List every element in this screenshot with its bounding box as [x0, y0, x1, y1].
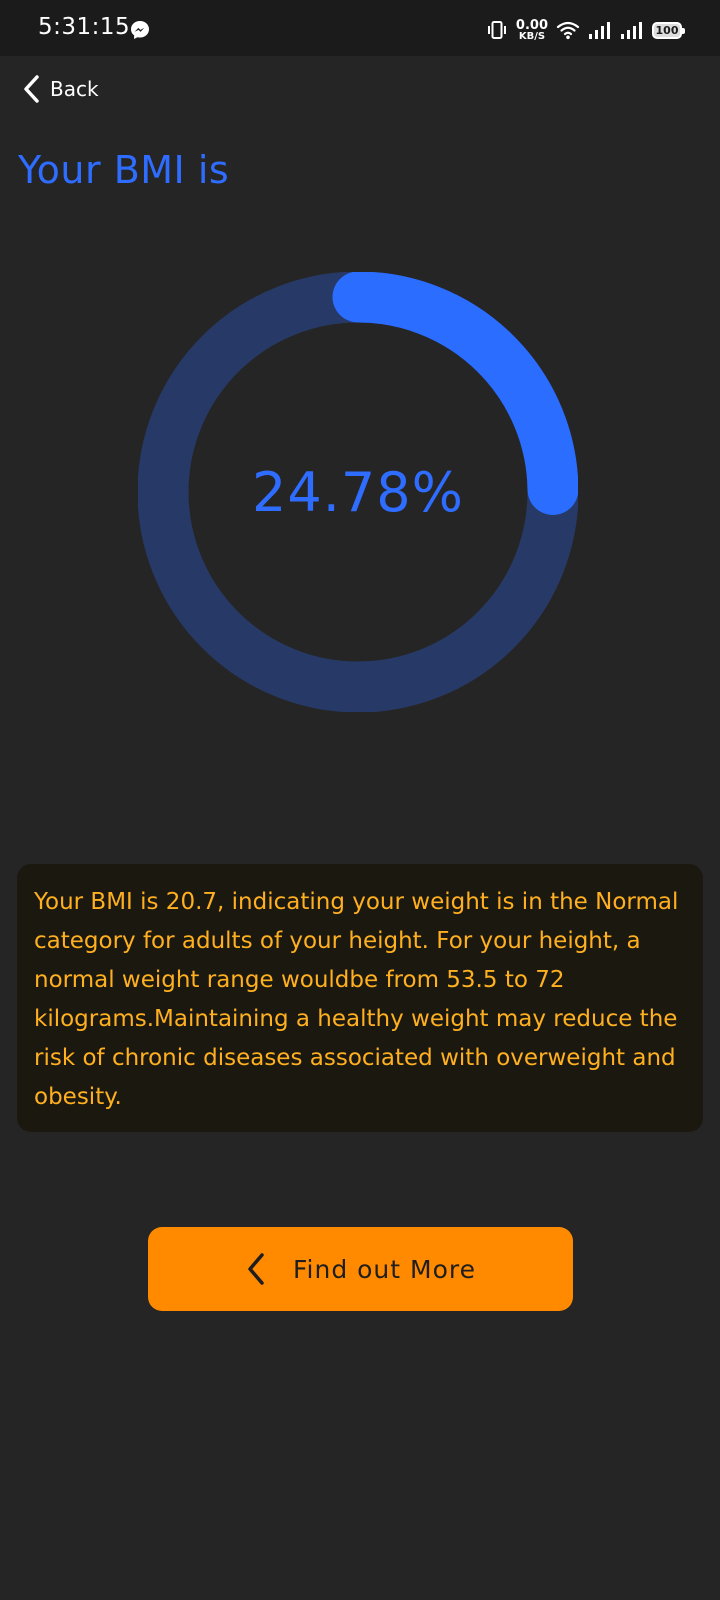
network-speed-value: 0.00	[515, 17, 548, 33]
wifi-icon	[556, 21, 580, 40]
status-bar: 5:31:15 0.00 KB/S 100	[0, 0, 720, 56]
back-button[interactable]: Back	[22, 72, 99, 106]
vibrate-icon	[487, 21, 506, 39]
page-title: Your BMI is	[18, 148, 230, 192]
find-out-more-button[interactable]: Find out More	[148, 1227, 573, 1311]
status-time: 5:31:15	[38, 14, 131, 40]
bmi-result-screen: 5:31:15 0.00 KB/S 100 Back Your BMI is 2…	[0, 0, 720, 1600]
back-label: Back	[50, 77, 99, 101]
battery-icon: 100	[652, 21, 685, 39]
signal-icon-2	[621, 22, 642, 39]
network-speed: 0.00 KB/S	[516, 19, 548, 42]
bmi-percentage: 24.78%	[252, 460, 464, 524]
messenger-icon	[131, 21, 149, 39]
bmi-progress-ring: 24.78%	[138, 272, 578, 712]
chevron-left-icon	[24, 75, 39, 103]
find-out-more-label: Find out More	[292, 1254, 477, 1284]
bmi-description: Your BMI is 20.7, indicating your weight…	[34, 889, 679, 1110]
chevron-left-icon	[248, 1253, 264, 1285]
bmi-info-card: Your BMI is 20.7, indicating your weight…	[17, 864, 703, 1132]
status-icons: 0.00 KB/S 100	[486, 17, 685, 43]
signal-icon-1	[589, 22, 610, 39]
network-speed-unit: KB/S	[518, 30, 546, 42]
